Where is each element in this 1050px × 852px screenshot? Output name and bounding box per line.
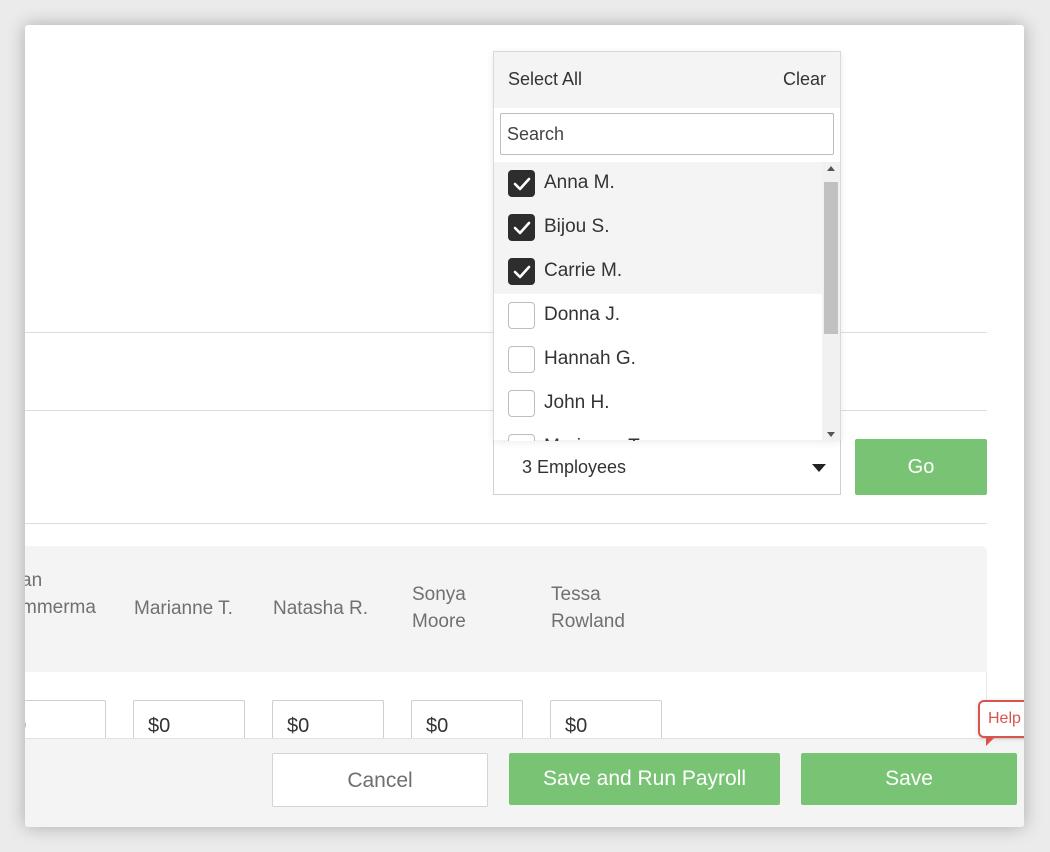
employee-option-label: John H.: [544, 392, 610, 413]
column-header: an mmerma: [25, 570, 96, 618]
employee-option-label: Carrie M.: [544, 260, 623, 281]
checkbox-unchecked[interactable]: [508, 302, 535, 329]
checkbox-unchecked[interactable]: [508, 346, 535, 373]
caret-down-icon: [812, 464, 826, 472]
column-header: Marianne T.: [134, 598, 233, 619]
employee-select-value: 3 Employees: [522, 457, 627, 477]
checkmark-icon: [513, 177, 531, 191]
scroll-down-arrow-icon[interactable]: [827, 432, 835, 437]
divider: [25, 523, 987, 524]
employee-search-input[interactable]: [500, 113, 834, 155]
checkmark-icon: [513, 265, 531, 279]
employee-option[interactable]: Marianne T.: [494, 426, 822, 441]
select-all-link[interactable]: Select All: [508, 69, 582, 90]
checkmark-icon: [513, 221, 531, 235]
action-footer: Cancel Save and Run Payroll Save: [25, 738, 1024, 827]
employee-option-label: Hannah G.: [544, 348, 636, 369]
clear-link[interactable]: Clear: [783, 69, 826, 90]
employee-option-label: Anna M.: [544, 172, 615, 193]
cancel-button[interactable]: Cancel: [272, 753, 488, 807]
employee-option[interactable]: Donna J.: [494, 294, 822, 338]
checkbox-checked[interactable]: [508, 258, 535, 285]
employee-option[interactable]: Anna M.: [494, 162, 822, 206]
save-button[interactable]: Save: [801, 753, 1017, 805]
payroll-window: 3 Employees Go Select All Clear Anna M. B…: [25, 25, 1024, 827]
employee-option[interactable]: Bijou S.: [494, 206, 822, 250]
checkbox-unchecked[interactable]: [508, 434, 535, 441]
help-pointer: [986, 736, 996, 746]
scroll-up-arrow-icon[interactable]: [827, 166, 835, 171]
checkbox-unchecked[interactable]: [508, 390, 535, 417]
employee-option-label: Donna J.: [544, 304, 621, 325]
employee-dropdown: Select All Clear Anna M. Bijou S. Carrie M…: [493, 51, 841, 441]
checkbox-checked[interactable]: [508, 214, 535, 241]
employee-option-label: Marianne T.: [544, 436, 643, 441]
employee-select[interactable]: 3 Employees: [493, 439, 841, 495]
column-header: Natasha R.: [273, 598, 369, 619]
checkbox-checked[interactable]: [508, 170, 535, 197]
go-button[interactable]: Go: [855, 439, 987, 495]
dropdown-scrollbar[interactable]: [822, 162, 840, 441]
scrollbar-thumb[interactable]: [824, 182, 838, 334]
employee-option[interactable]: John H.: [494, 382, 822, 426]
employee-option[interactable]: Hannah G.: [494, 338, 822, 382]
employee-list: Anna M. Bijou S. Carrie M. Donna J. Hannah G…: [494, 162, 822, 441]
dropdown-actions: Select All Clear: [494, 52, 840, 108]
save-and-run-payroll-button[interactable]: Save and Run Payroll: [509, 753, 780, 805]
employee-option[interactable]: Carrie M.: [494, 250, 822, 294]
table-header: an mmerma Marianne T. Natasha R. Sonya M…: [25, 546, 987, 672]
column-header: Tessa Rowland: [551, 584, 625, 632]
help-button[interactable]: Help: [978, 700, 1024, 738]
column-header: Sonya Moore: [412, 584, 466, 632]
employee-option-label: Bijou S.: [544, 216, 610, 237]
